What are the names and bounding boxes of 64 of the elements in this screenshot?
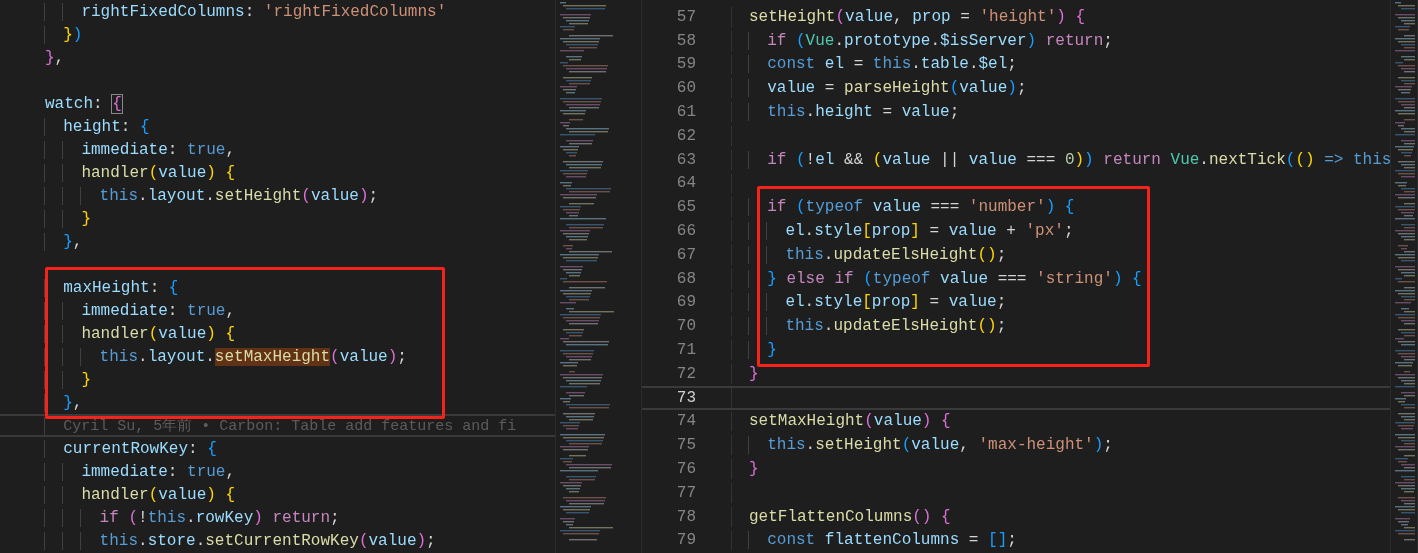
code-line: watch: { (45, 94, 122, 113)
line-number: 63 (676, 150, 696, 169)
code-line: if (typeof value === 'number') { (749, 198, 1075, 217)
code-line: this.layout.setMaxHeight(value); (45, 347, 407, 366)
code-line: immediate: true, (45, 462, 236, 481)
code-line: this.updateElsHeight(); (749, 245, 1007, 264)
code-line: } (45, 209, 91, 228)
code-line: this.layout.setHeight(value); (45, 186, 379, 205)
code-line: immediate: true, (45, 301, 236, 320)
line-number: 75 (676, 436, 696, 455)
code-line: getFlattenColumns() { (749, 507, 951, 526)
line-number: 77 (676, 483, 696, 502)
line-number: 70 (676, 317, 696, 336)
code-line: rightFixedColumns: 'rightFixedColumns' (45, 2, 447, 21)
code-line: const el = this.table.$el; (749, 55, 1017, 74)
code-line: maxHeight: { (45, 278, 179, 297)
code-line: this.height = value; (749, 103, 960, 122)
line-number: 65 (676, 198, 696, 217)
code-line: currentRowKey: { (45, 439, 217, 458)
line-number: 69 (676, 293, 696, 312)
line-number: 74 (676, 412, 696, 431)
code-line: } (749, 341, 777, 360)
line-number: 61 (676, 103, 696, 122)
code-line: height: { (45, 117, 150, 136)
line-number: 58 (676, 31, 696, 50)
code-line: handler(value) { (45, 324, 236, 343)
line-number: 68 (676, 269, 696, 288)
code-line: } (749, 364, 759, 383)
code-line: el.style[prop] = value + 'px'; (749, 222, 1074, 241)
code-line: setHeight(value, prop = 'height') { (749, 7, 1086, 26)
code-line: const flattenColumns = []; (749, 531, 1017, 550)
code-line: handler(value) { (45, 163, 236, 182)
code-line: }, (45, 232, 83, 251)
code-line: }) (45, 25, 83, 44)
code-line: if (Vue.prototype.$isServer) return; (749, 31, 1113, 50)
code-line: setMaxHeight(value) { (749, 412, 951, 431)
line-number: 60 (676, 79, 696, 98)
code-line: } (45, 370, 91, 389)
line-number: 64 (676, 174, 696, 193)
blame-annotation: Cyril Su, 5年前 • Carbon: Table add features and fi (63, 417, 517, 435)
code-line: this.setHeight(value, 'max-height'); (749, 436, 1113, 455)
code-line: } (749, 460, 759, 479)
code-line: this.updateElsHeight(); (749, 317, 1007, 336)
code-line: } else if (typeof value === 'string') { (749, 269, 1142, 288)
line-number: 72 (676, 364, 696, 383)
code-line: }, (45, 393, 83, 412)
line-number: 71 (676, 341, 696, 360)
line-number: 73 (676, 388, 696, 407)
line-number: 76 (676, 460, 696, 479)
line-number: 67 (676, 245, 696, 264)
code-line: if (!this.rowKey) return; (45, 508, 340, 527)
code-line: immediate: true, (45, 140, 236, 159)
code-line: value = parseHeight(value); (749, 79, 1027, 98)
line-number: 59 (676, 55, 696, 74)
code-line: el.style[prop] = value; (749, 293, 1007, 312)
code-line: }, (45, 48, 65, 67)
code-line: handler(value) { (45, 485, 236, 504)
code-line: this.store.setCurrentRowKey(value); (45, 531, 436, 550)
line-number: 78 (676, 507, 696, 526)
line-number: 66 (676, 222, 696, 241)
line-number: 57 (676, 7, 696, 26)
code-line: if (!el && (value || value === 0)) return Vue.nextTick(() => this (749, 150, 1390, 169)
line-number: 62 (676, 126, 696, 145)
line-number: 79 (676, 531, 696, 550)
